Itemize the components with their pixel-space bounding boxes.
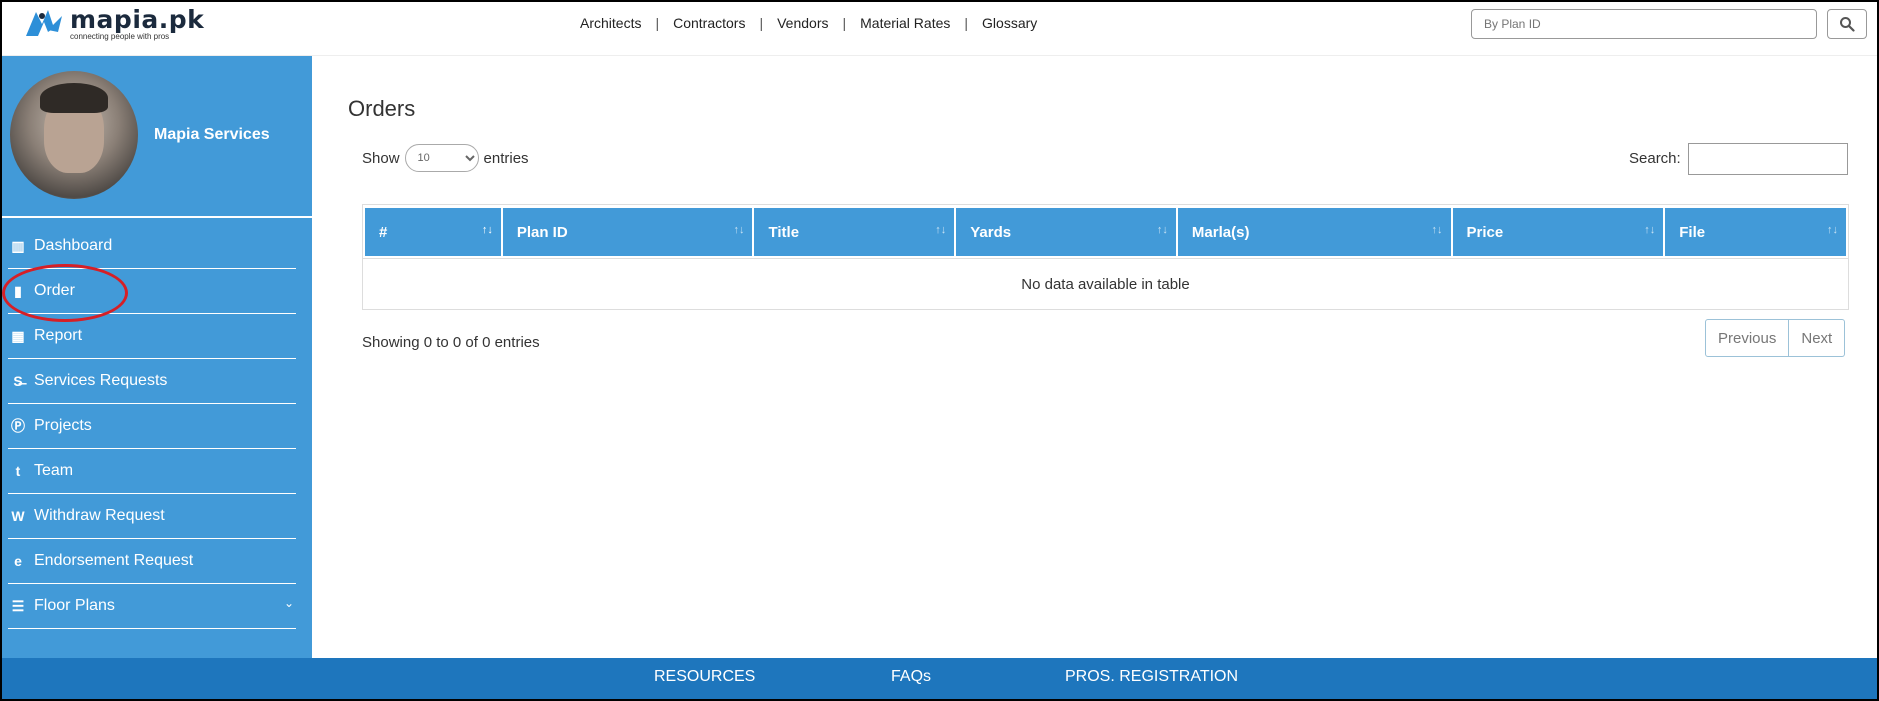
sidebar-item-label: Withdraw Request (34, 507, 165, 524)
footer-link-pros-registration[interactable]: PROS. REGISTRATION (1065, 668, 1238, 686)
nav-glossary[interactable]: Glossary (982, 15, 1037, 31)
top-header: mapia.pk connecting people with pros Arc… (0, 0, 1879, 56)
sidebar-item-withdraw-request[interactable]: W Withdraw Request (8, 494, 296, 539)
sidebar-item-floor-plans[interactable]: ☰ Floor Plans ⌄ (8, 584, 296, 629)
table-icon: ☰ (11, 597, 25, 614)
brand-name: mapia.pk (70, 5, 205, 34)
pagination: Previous Next (1705, 319, 1846, 357)
sort-icon: ↑↓ (1156, 224, 1168, 236)
column-header-title[interactable]: Title ↑↓ (754, 208, 955, 256)
nav-material-rates[interactable]: Material Rates (860, 15, 950, 31)
logo-mark-icon (26, 10, 62, 36)
bar-chart-icon: ▥ (11, 237, 25, 254)
entries-label: entries (483, 149, 529, 167)
sidebar-item-report[interactable]: ▦ Report (8, 314, 296, 359)
profile-name: Mapia Services (154, 126, 270, 143)
sidebar-item-label: Report (34, 327, 83, 344)
sidebar-item-services-requests[interactable]: S̶ Services Requests (8, 359, 296, 404)
sort-icon: ↑↓ (1827, 224, 1839, 236)
previous-button[interactable]: Previous (1705, 319, 1790, 357)
nav-contractors[interactable]: Contractors (673, 15, 745, 31)
sidebar: Mapia Services ▥ Dashboard ▮ Order ▦ Rep… (0, 56, 312, 658)
footer: RESOURCES FAQs PROS. REGISTRATION (0, 658, 1879, 701)
show-label: Show (362, 149, 400, 167)
table-search-input[interactable] (1688, 143, 1848, 175)
nav-separator: | (655, 15, 660, 31)
sort-icon: ↑↓ (733, 224, 745, 236)
nav-architects[interactable]: Architects (580, 15, 641, 31)
column-header-marlas[interactable]: Marla(s) ↑↓ (1177, 208, 1451, 256)
next-button[interactable]: Next (1789, 319, 1846, 357)
footer-link-resources[interactable]: RESOURCES (654, 668, 755, 686)
search-button[interactable] (1827, 9, 1867, 39)
file-icon: ▮ (14, 282, 22, 299)
sort-icon: ↑↓ (1644, 224, 1656, 236)
sort-icon: ↑↓ (1431, 224, 1443, 236)
calendar-icon: ▦ (11, 327, 25, 344)
empty-table-message: No data available in table (1021, 275, 1190, 293)
column-header-yards[interactable]: Yards ↑↓ (956, 208, 1176, 256)
top-nav: Architects | Contractors | Vendors | Mat… (580, 15, 1037, 31)
entries-length-control: Show 10 entries (362, 144, 529, 172)
nav-separator: | (842, 15, 847, 31)
table-info: Showing 0 to 0 of 0 entries (362, 334, 540, 351)
sort-icon: ↑↓ (935, 224, 947, 236)
p-circle-icon: Ⓟ (11, 418, 25, 434)
wikipedia-icon: W (11, 508, 25, 524)
brand-logo[interactable]: mapia.pk connecting people with pros (22, 6, 204, 46)
table-search-label: Search: (1629, 150, 1681, 167)
profile-panel: Mapia Services (0, 56, 312, 218)
footer-link-faqs[interactable]: FAQs (891, 668, 931, 686)
nav-separator: | (964, 15, 969, 31)
avatar (10, 71, 138, 199)
sidebar-item-label: Services Requests (34, 372, 168, 389)
sidebar-menu: ▥ Dashboard ▮ Order ▦ Report S̶ Services… (8, 224, 296, 629)
table-header: # ↑↓ Plan ID ↑↓ Title ↑↓ Yards ↑↓ Marla(… (363, 205, 1848, 259)
sidebar-item-label: Floor Plans (34, 597, 115, 614)
sidebar-item-team[interactable]: t Team (8, 449, 296, 494)
tumblr-icon: t (15, 463, 21, 479)
sidebar-item-label: Team (34, 462, 74, 479)
search-icon (1840, 17, 1855, 32)
nav-vendors[interactable]: Vendors (777, 15, 828, 31)
column-header-plan-id[interactable]: Plan ID ↑↓ (502, 208, 753, 256)
column-header-price[interactable]: Price ↑↓ (1452, 208, 1664, 256)
sort-icon: ↑↓ (481, 224, 493, 236)
sidebar-item-label: Dashboard (34, 237, 113, 254)
sidebar-item-endorsement-request[interactable]: e Endorsement Request (8, 539, 296, 584)
orders-table: # ↑↓ Plan ID ↑↓ Title ↑↓ Yards ↑↓ Marla(… (362, 204, 1849, 310)
strikethrough-icon: S̶ (13, 373, 23, 389)
sidebar-item-label: Endorsement Request (34, 552, 194, 569)
sidebar-item-projects[interactable]: Ⓟ Projects (8, 404, 296, 449)
sidebar-item-dashboard[interactable]: ▥ Dashboard (8, 224, 296, 269)
sidebar-item-order[interactable]: ▮ Order (8, 269, 296, 314)
main-content: Orders Show 10 entries Search: # ↑↓ Plan… (312, 56, 1879, 658)
column-header-file[interactable]: File ↑↓ (1665, 208, 1847, 256)
chevron-down-icon[interactable]: ⌄ (284, 596, 294, 610)
sidebar-item-label: Projects (34, 417, 92, 434)
sidebar-item-label: Order (34, 282, 75, 299)
edge-icon: e (14, 553, 22, 569)
entries-per-page-select[interactable]: 10 (404, 144, 479, 172)
nav-separator: | (759, 15, 764, 31)
column-header-number[interactable]: # ↑↓ (365, 208, 501, 256)
plan-id-search-input[interactable] (1471, 9, 1817, 39)
page-title: Orders (348, 96, 416, 121)
